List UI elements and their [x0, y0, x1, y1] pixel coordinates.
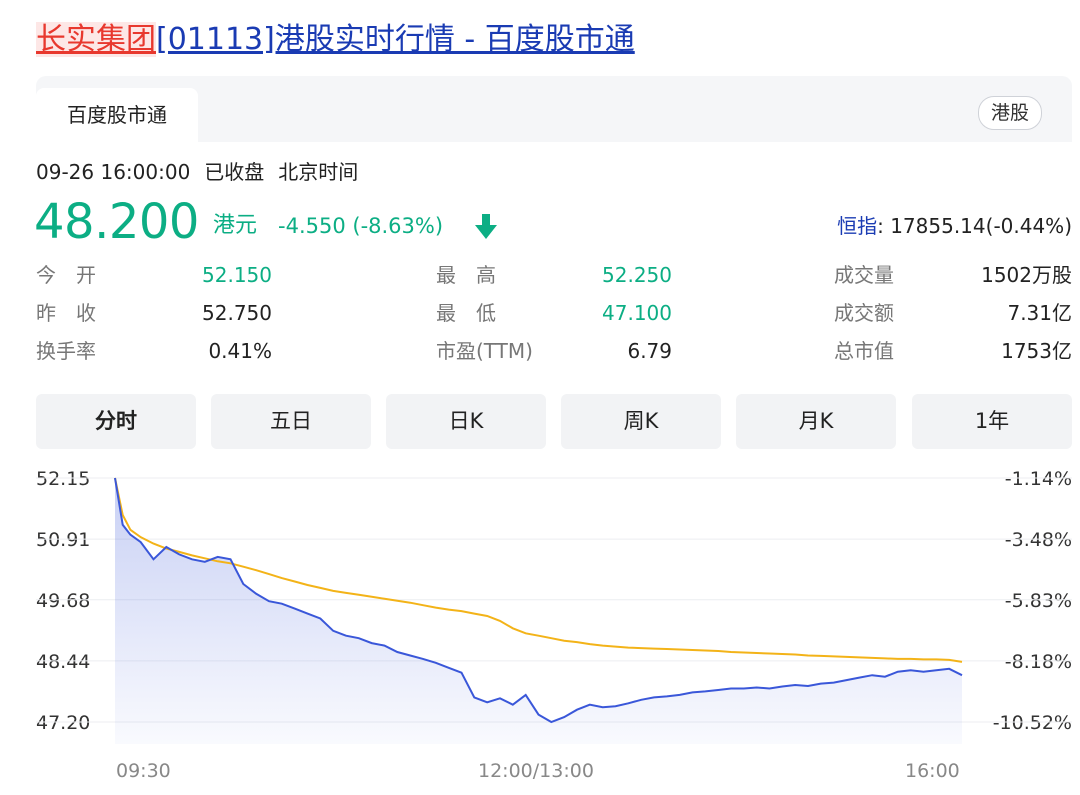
- tab-baidu-stock[interactable]: 百度股市通: [36, 88, 198, 142]
- down-arrow-icon: [475, 214, 497, 239]
- x-tick-label: 12:00/13:00: [478, 760, 594, 782]
- tab-five-day[interactable]: 五日: [211, 394, 371, 449]
- stat-value-prev-close: 52.750: [202, 301, 272, 325]
- page-title: 长实集团[01113]港股实时行情 - 百度股市通: [36, 18, 635, 62]
- market-badge[interactable]: 港股: [977, 96, 1042, 130]
- stat-value-turnover: 7.31亿: [1007, 301, 1072, 325]
- index-label[interactable]: 恒指: [837, 214, 877, 238]
- price-unit: 港元: [213, 213, 258, 238]
- stat-label-volume: 成交量: [834, 263, 894, 287]
- status-timezone: 北京时间: [278, 160, 359, 184]
- stat-label-open: 今 开: [36, 263, 96, 287]
- price-area-fill: [115, 478, 962, 744]
- current-price: 48.200: [34, 194, 199, 250]
- intraday-chart[interactable]: [0, 460, 1080, 752]
- stat-value-open: 52.150: [202, 263, 272, 287]
- stat-label-high: 最 高: [436, 263, 496, 287]
- company-link[interactable]: 长实集团: [36, 22, 156, 57]
- stat-value-volume: 1502万股: [981, 263, 1072, 287]
- stat-label-prev-close: 昨 收: [36, 301, 96, 325]
- tab-daily-k[interactable]: 日K: [386, 394, 546, 449]
- x-tick-label: 09:30: [116, 760, 171, 782]
- tab-intraday[interactable]: 分时: [36, 394, 196, 449]
- index-value: : 17855.14(-0.44%): [877, 214, 1072, 238]
- tab-weekly-k[interactable]: 周K: [561, 394, 721, 449]
- status-state: 已收盘: [204, 160, 265, 184]
- stat-value-pe: 6.79: [627, 339, 672, 363]
- stat-label-low: 最 低: [436, 301, 496, 325]
- stat-value-low: 47.100: [602, 301, 672, 325]
- title-link[interactable]: [01113]港股实时行情 - 百度股市通: [156, 22, 635, 57]
- market-status: 09-26 16:00:00 已收盘 北京时间: [36, 158, 372, 186]
- stat-label-market-cap: 总市值: [834, 339, 894, 363]
- x-tick-label: 16:00: [905, 760, 960, 782]
- hang-seng-index[interactable]: 恒指: 17855.14(-0.44%): [837, 211, 1072, 241]
- tab-one-year[interactable]: 1年: [912, 394, 1072, 449]
- tab-monthly-k[interactable]: 月K: [736, 394, 896, 449]
- status-time: 09-26 16:00:00: [36, 160, 191, 184]
- stat-value-market-cap: 1753亿: [1001, 339, 1072, 363]
- stat-label-turnover-rate: 换手率: [36, 339, 96, 363]
- stat-value-turnover-rate: 0.41%: [208, 339, 272, 363]
- stat-label-pe: 市盈(TTM): [436, 339, 533, 363]
- price-change: -4.550 (-8.63%): [278, 214, 444, 238]
- stat-label-turnover: 成交额: [834, 301, 894, 325]
- stat-value-high: 52.250: [602, 263, 672, 287]
